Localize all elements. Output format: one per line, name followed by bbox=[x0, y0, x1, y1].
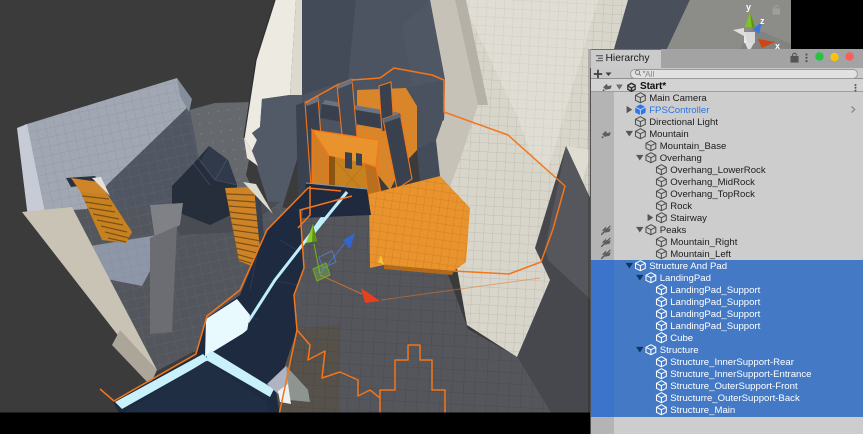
svg-text:y: y bbox=[746, 2, 751, 12]
svg-text:z: z bbox=[760, 16, 765, 26]
